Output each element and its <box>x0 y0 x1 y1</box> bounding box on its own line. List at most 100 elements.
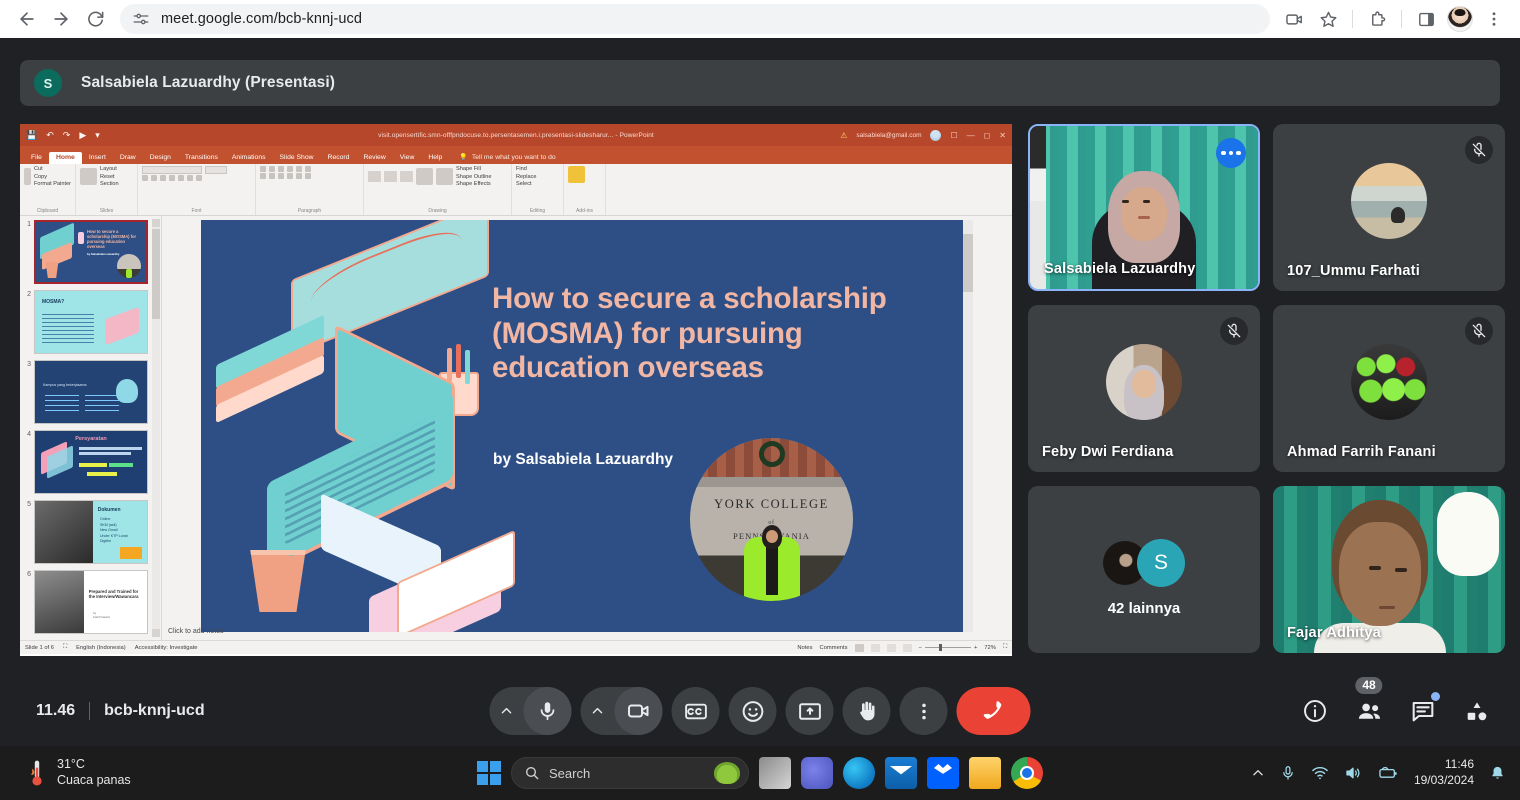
participant-tile-fajar[interactable]: Fajar Adhitya <box>1273 486 1505 653</box>
present-icon[interactable]: ▶ <box>79 130 86 140</box>
more-options-button[interactable] <box>899 687 948 735</box>
taskbar-clock[interactable]: 11:46 19/03/2024 <box>1414 757 1474 788</box>
zoom-slider[interactable]: − + <box>919 644 977 651</box>
shared-screen-powerpoint[interactable]: 💾 ↶ ↷ ▶ ▾ visit.opensertific.smn-offfpnd… <box>20 124 1012 656</box>
camera-control[interactable] <box>580 687 663 735</box>
undo-icon[interactable]: ↶ <box>46 130 54 140</box>
dropbox-icon[interactable] <box>927 757 959 789</box>
participant-tile-feby[interactable]: Feby Dwi Ferdiana <box>1028 305 1260 472</box>
bullets-icon[interactable] <box>260 166 266 172</box>
account-avatar[interactable] <box>930 129 942 141</box>
slide-thumbnail-1[interactable]: How to secure a scholarship (MOSMA) for … <box>34 220 148 284</box>
justify-icon[interactable] <box>287 173 293 179</box>
quick-access-toolbar[interactable]: 💾 ↶ ↷ ▶ ▾ <box>26 130 100 140</box>
shape-outline-item[interactable]: Shape Outline <box>456 174 491 180</box>
arrange-icon[interactable] <box>416 168 433 185</box>
ribbon-tab-animations[interactable]: Animations <box>225 152 273 164</box>
task-view-icon[interactable] <box>759 757 791 789</box>
ribbon-group-editing[interactable]: Find Replace Select Editing <box>512 164 564 215</box>
replace-item[interactable]: Replace <box>516 174 537 180</box>
search-input[interactable]: Search <box>511 757 749 789</box>
thumbnail-row[interactable]: 6 Prepared and Trained for the Interview… <box>22 570 159 634</box>
meeting-details-button[interactable] <box>1298 694 1332 728</box>
ribbon-home[interactable]: Cut Copy Format Painter Clipboard Layout… <box>20 164 1012 216</box>
ribbon-tab-draw[interactable]: Draw <box>113 152 143 164</box>
participant-tile-more[interactable]: S 42 lainnya <box>1028 486 1260 653</box>
ribbon-group-paragraph[interactable]: Paragraph <box>256 164 364 215</box>
puzzle-icon[interactable] <box>1361 3 1393 35</box>
ribbon-tab-file[interactable]: File <box>24 152 49 164</box>
find-item[interactable]: Find <box>516 166 537 172</box>
italic-icon[interactable] <box>151 175 157 181</box>
ribbon-tab-insert[interactable]: Insert <box>82 152 113 164</box>
customize-icon[interactable]: ▾ <box>95 130 100 140</box>
font-color-icon[interactable] <box>196 175 202 181</box>
ribbon-tab-record[interactable]: Record <box>321 152 357 164</box>
ribbon-tab-slide-show[interactable]: Slide Show <box>273 152 321 164</box>
reset-item[interactable]: Reset <box>100 174 119 180</box>
restore-button[interactable]: ◻ <box>984 131 991 140</box>
thumbnail-row[interactable]: 3 Kampus yang bekerjasama <box>22 360 159 424</box>
decrease-indent-icon[interactable] <box>278 166 284 172</box>
captions-button[interactable] <box>671 687 720 735</box>
new-slide-icon[interactable] <box>80 168 97 185</box>
slide-byline[interactable]: by Salsabiela Lazuardhy <box>493 451 673 469</box>
ribbon-tab-home[interactable]: Home <box>48 152 82 164</box>
accessibility-status[interactable]: Accessibility: Investigate <box>135 645 198 651</box>
ribbon-display-options-icon[interactable]: ☐ <box>950 131 957 140</box>
side-panel-icon[interactable] <box>1410 3 1442 35</box>
ribbon-tab-help[interactable]: Help <box>421 152 449 164</box>
three-dot-menu-icon[interactable] <box>1478 3 1510 35</box>
shapes-gallery[interactable] <box>368 171 381 182</box>
slide-thumbnail-6[interactable]: Prepared and Trained for the Interview/W… <box>34 570 148 634</box>
present-screen-button[interactable] <box>785 687 834 735</box>
people-button[interactable]: 48 <box>1352 677 1386 728</box>
save-icon[interactable]: 💾 <box>26 130 37 140</box>
section-item[interactable]: Section <box>100 181 119 187</box>
slide-thumbnail-2[interactable]: MOSMA? <box>34 290 148 354</box>
thumbnail-scrollbar[interactable] <box>152 219 160 637</box>
slide-thumbnail-4[interactable]: Persyaratan <box>34 430 148 494</box>
address-bar[interactable]: meet.google.com/bcb-knnj-ucd <box>120 4 1270 34</box>
smartart-icon[interactable] <box>305 173 311 179</box>
site-info-icon[interactable] <box>132 10 150 28</box>
mail-icon[interactable] <box>885 757 917 789</box>
paste-icon[interactable] <box>24 168 31 185</box>
slide-vertical-scrollbar[interactable] <box>963 220 973 632</box>
bold-icon[interactable] <box>142 175 148 181</box>
forward-button[interactable] <box>44 2 78 36</box>
ribbon-tab-design[interactable]: Design <box>143 152 178 164</box>
ribbon-group-clipboard[interactable]: Cut Copy Format Painter Clipboard <box>20 164 76 215</box>
tile-more-options-button[interactable] <box>1216 138 1246 168</box>
ribbon-group-font[interactable]: Font <box>138 164 256 215</box>
video-call-icon[interactable] <box>1278 3 1310 35</box>
language-status[interactable]: English (Indonesia) <box>76 645 126 651</box>
activities-button[interactable] <box>1460 694 1494 728</box>
volume-icon[interactable] <box>1344 764 1362 782</box>
slide-sorter-button[interactable] <box>870 643 880 652</box>
file-explorer-icon[interactable] <box>969 757 1001 789</box>
ribbon-tab-review[interactable]: Review <box>356 152 392 164</box>
align-left-icon[interactable] <box>260 173 266 179</box>
microphone-icon[interactable] <box>1280 765 1296 781</box>
raise-hand-button[interactable] <box>842 687 891 735</box>
add-ins-icon[interactable] <box>568 166 585 183</box>
close-button[interactable]: ✕ <box>999 131 1006 140</box>
notification-bell-icon[interactable] <box>1489 765 1506 782</box>
ribbon-tab-transitions[interactable]: Transitions <box>178 152 225 164</box>
zoom-level[interactable]: 72% <box>984 645 996 651</box>
redo-icon[interactable]: ↷ <box>63 130 71 140</box>
chat-button[interactable] <box>1406 692 1440 728</box>
text-direction-icon[interactable] <box>305 166 311 172</box>
minimize-button[interactable]: — <box>967 131 975 140</box>
slide-title[interactable]: How to secure a scholarship (MOSMA) for … <box>492 282 932 386</box>
quick-styles-icon[interactable] <box>436 168 453 185</box>
align-center-icon[interactable] <box>269 173 275 179</box>
columns-icon[interactable] <box>296 173 302 179</box>
participant-tile-ummu[interactable]: 107_Ummu Farhati <box>1273 124 1505 291</box>
ribbon-tabs[interactable]: File Home Insert Draw Design Transitions… <box>20 146 1012 164</box>
font-name-box[interactable] <box>142 166 202 174</box>
reading-view-button[interactable] <box>886 643 896 652</box>
underline-icon[interactable] <box>160 175 166 181</box>
battery-icon[interactable] <box>1377 765 1399 781</box>
